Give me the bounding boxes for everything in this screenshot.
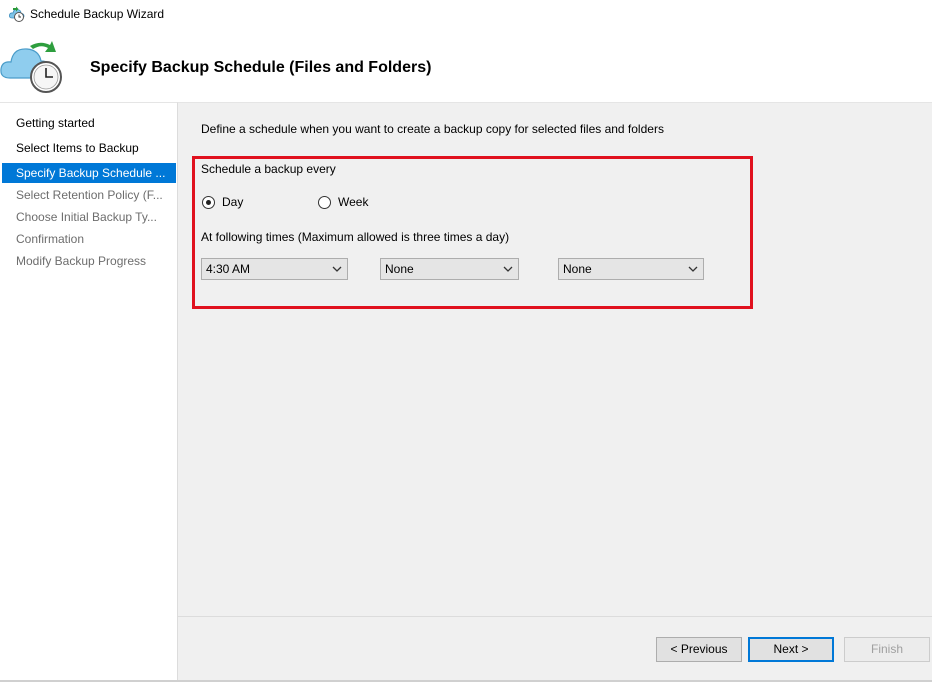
step-label: Getting started — [16, 116, 95, 130]
step-getting-started[interactable]: Getting started — [2, 113, 176, 133]
step-label: Select Items to Backup — [16, 141, 139, 155]
title-bar: Schedule Backup Wizard — [0, 0, 932, 28]
radio-week[interactable]: Week — [318, 194, 368, 210]
page-description: Define a schedule when you want to creat… — [201, 122, 664, 136]
window-title: Schedule Backup Wizard — [30, 7, 165, 21]
page-heading: Specify Backup Schedule (Files and Folde… — [90, 59, 432, 76]
time-select-1[interactable]: 4:30 AM — [201, 258, 348, 280]
step-label: Confirmation — [16, 232, 85, 246]
chevron-down-icon — [503, 266, 513, 272]
wizard-content: Define a schedule when you want to creat… — [178, 102, 932, 680]
step-select-items[interactable]: Select Items to Backup — [2, 138, 176, 158]
wizard-steps-sidebar: Getting started Select Items to Backup S… — [0, 102, 178, 680]
radio-week-indicator[interactable] — [318, 195, 331, 209]
radio-day-label: Day — [222, 195, 244, 209]
schedule-label: Schedule a backup every — [201, 162, 336, 176]
time-select-2[interactable]: None — [380, 258, 519, 280]
step-specify-schedule[interactable]: Specify Backup Schedule ... — [2, 163, 176, 183]
backup-app-icon — [9, 6, 25, 22]
radio-day[interactable]: Day — [202, 194, 243, 210]
wizard-footer: < Previous Next > Finish — [178, 616, 932, 680]
step-initial-backup: Choose Initial Backup Ty... — [2, 207, 176, 227]
chevron-down-icon — [332, 266, 342, 272]
previous-button[interactable]: < Previous — [656, 637, 742, 662]
time-select-3-value: None — [563, 262, 592, 276]
time-select-1-value: 4:30 AM — [206, 262, 251, 276]
step-label: Modify Backup Progress — [16, 254, 147, 268]
times-label: At following times (Maximum allowed is t… — [201, 230, 510, 244]
radio-week-label: Week — [338, 195, 369, 209]
step-confirmation: Confirmation — [2, 229, 176, 249]
step-modify-progress: Modify Backup Progress — [2, 251, 176, 271]
radio-day-indicator[interactable] — [202, 195, 215, 209]
next-button[interactable]: Next > — [748, 637, 834, 662]
backup-schedule-icon — [0, 41, 62, 93]
wizard-header: Specify Backup Schedule (Files and Folde… — [0, 28, 932, 102]
time-select-2-value: None — [385, 262, 414, 276]
chevron-down-icon — [688, 266, 698, 272]
step-retention-policy: Select Retention Policy (F... — [2, 185, 176, 205]
step-label: Select Retention Policy (F... — [16, 188, 163, 202]
step-label: Specify Backup Schedule ... — [16, 166, 166, 180]
finish-button: Finish — [844, 637, 930, 662]
step-label: Choose Initial Backup Ty... — [16, 210, 157, 224]
time-select-3[interactable]: None — [558, 258, 704, 280]
